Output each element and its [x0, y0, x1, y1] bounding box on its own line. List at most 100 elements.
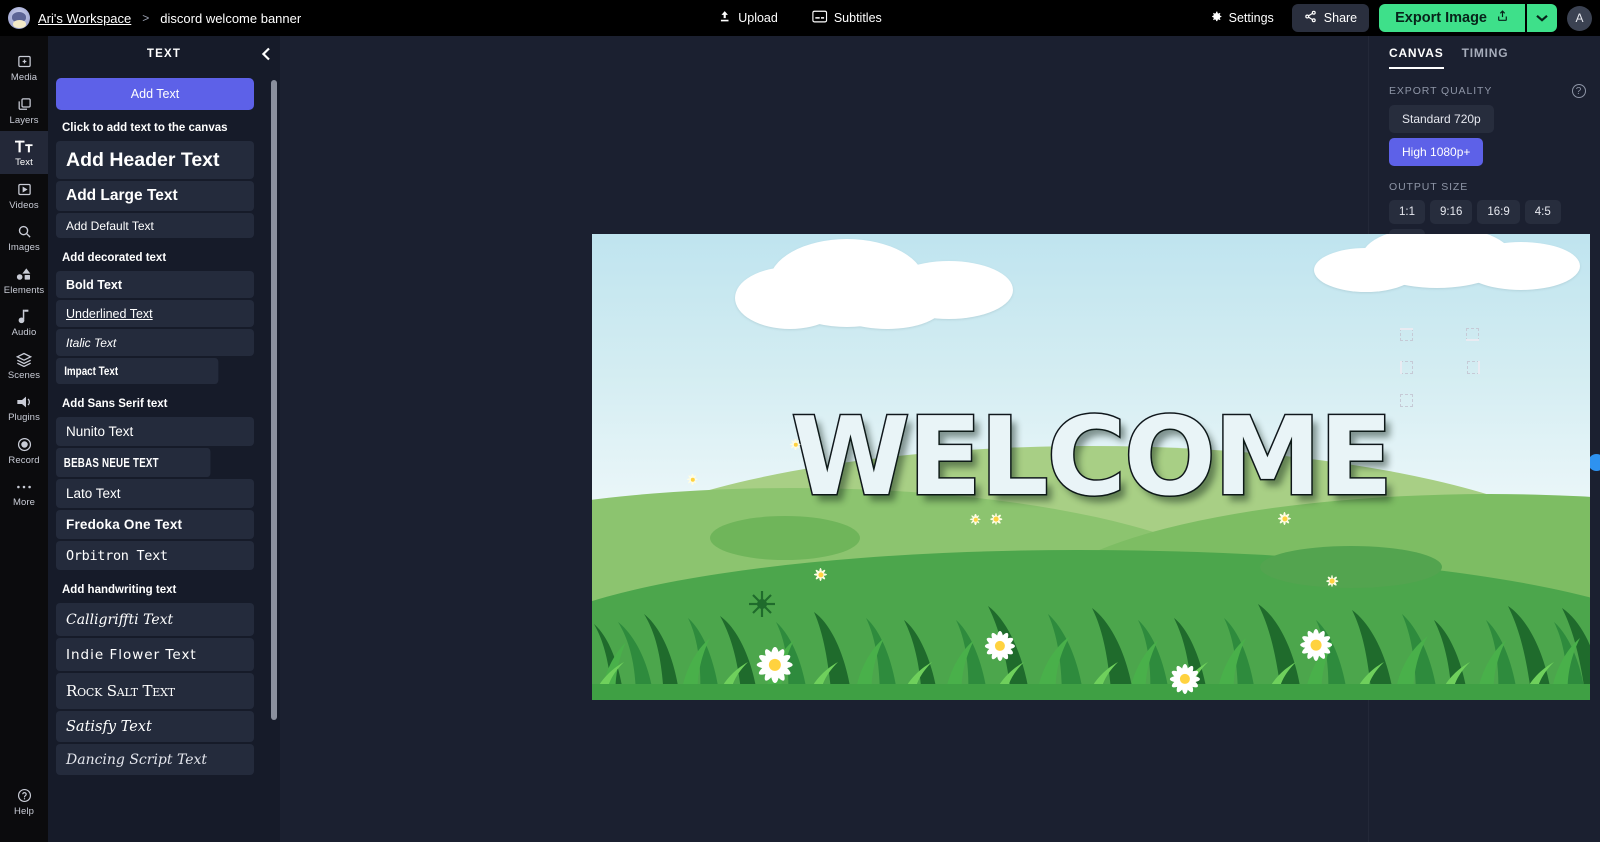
- sidebar-item-audio[interactable]: Audio: [0, 301, 48, 344]
- subtitles-label: Subtitles: [834, 11, 882, 25]
- export-image-button[interactable]: Export Image: [1379, 4, 1525, 32]
- top-center-actions: Upload Subtitles: [712, 6, 888, 30]
- canvas-stage[interactable]: WELCOME: [280, 36, 1368, 842]
- mini-flower: [790, 439, 801, 450]
- padding-left-icon: [1400, 361, 1413, 374]
- grass-patch-left: [710, 516, 860, 560]
- share-icon: [1304, 10, 1317, 26]
- sidebar-item-more[interactable]: More: [0, 471, 48, 514]
- preset-italic-text[interactable]: Italic Text: [56, 329, 254, 356]
- scenes-icon: [16, 351, 32, 368]
- panel-title-row: TEXT: [48, 40, 280, 68]
- sidebar-label: Images: [8, 243, 40, 253]
- daisy-flower: [757, 647, 793, 683]
- collapse-panel-button[interactable]: [261, 47, 271, 61]
- preset-add-large-text[interactable]: Add Large Text: [56, 181, 254, 211]
- share-label: Share: [1324, 11, 1357, 25]
- upload-button[interactable]: Upload: [712, 6, 784, 30]
- ratio-9-16[interactable]: 9:16: [1430, 200, 1472, 224]
- sidebar-item-videos[interactable]: Videos: [0, 174, 48, 217]
- cloud-right: [1314, 234, 1576, 290]
- sidebar-item-plugins[interactable]: Plugins: [0, 386, 48, 429]
- sidebar-item-elements[interactable]: Elements: [0, 259, 48, 302]
- export-quality-text: EXPORT QUALITY: [1389, 85, 1492, 97]
- grass-blades: [592, 580, 1590, 700]
- preset-add-header-text[interactable]: Add Header Text: [56, 141, 254, 179]
- sidebar-item-help[interactable]: Help: [0, 780, 48, 823]
- preset-lato-text[interactable]: Lato Text: [56, 479, 254, 508]
- preset-nunito-text[interactable]: Nunito Text: [56, 417, 254, 446]
- canvas-headline[interactable]: WELCOME: [592, 404, 1590, 512]
- settings-button[interactable]: Settings: [1202, 5, 1282, 31]
- mini-flower: [990, 513, 1002, 525]
- preset-underlined-text[interactable]: Underlined Text: [56, 300, 254, 327]
- ratio-16-9[interactable]: 16:9: [1477, 200, 1519, 224]
- preset-bold-text[interactable]: Bold Text: [56, 271, 254, 298]
- mini-flower: [1278, 512, 1291, 525]
- ratio-1-1[interactable]: 1:1: [1389, 200, 1425, 224]
- sidebar-label: Layers: [9, 116, 38, 126]
- output-size-label: OUTPUT SIZE: [1389, 181, 1588, 193]
- help-tooltip-icon[interactable]: ?: [1572, 84, 1586, 98]
- project-name[interactable]: discord welcome banner: [160, 11, 301, 26]
- preset-indie-flower-text[interactable]: Indie Flower Text: [56, 638, 254, 671]
- preset-add-default-text[interactable]: Add Default Text: [56, 213, 254, 238]
- ratio-4-5[interactable]: 4:5: [1525, 200, 1561, 224]
- tab-canvas[interactable]: CANVAS: [1389, 46, 1444, 69]
- padding-top-icon: [1400, 328, 1413, 341]
- sidebar-label: Help: [14, 807, 34, 817]
- design-canvas[interactable]: WELCOME: [592, 234, 1590, 700]
- sidebar-item-media[interactable]: Media: [0, 46, 48, 89]
- videos-icon: [17, 181, 32, 198]
- upload-icon: [718, 10, 731, 26]
- share-button[interactable]: Share: [1292, 4, 1369, 32]
- preset-calligriffti-text[interactable]: Calligriffti Text: [56, 603, 254, 636]
- user-avatar[interactable]: A: [1567, 6, 1592, 31]
- daisy-flower: [1300, 629, 1332, 661]
- gear-icon: [1210, 10, 1223, 26]
- sidebar-item-images[interactable]: Images: [0, 216, 48, 259]
- mini-flower: [687, 474, 698, 485]
- sidebar-label: Audio: [12, 328, 37, 338]
- decorated-section-label: Add decorated text: [62, 252, 272, 264]
- preset-fredoka-one-text[interactable]: Fredoka One Text: [56, 510, 254, 539]
- settings-label: Settings: [1229, 11, 1274, 25]
- sidebar-label: Videos: [9, 201, 38, 211]
- images-icon: [17, 223, 32, 240]
- canvas-frame[interactable]: WELCOME: [592, 234, 1590, 700]
- preset-orbitron-text[interactable]: Orbitron Text: [56, 541, 254, 570]
- workspace-link[interactable]: Ari's Workspace: [38, 11, 131, 26]
- mini-flower: [970, 514, 981, 525]
- quality-standard-720p[interactable]: Standard 720p: [1389, 105, 1494, 133]
- grass-band: [592, 580, 1590, 700]
- panel-scrollbar[interactable]: [271, 80, 277, 720]
- export-quality-options: Standard 720p High 1080p+: [1381, 105, 1588, 166]
- audio-icon: [18, 308, 31, 325]
- preset-dancing-script-text[interactable]: Dancing Script Text: [56, 744, 254, 775]
- sidebar-label: Media: [11, 73, 37, 83]
- quality-high-1080p[interactable]: High 1080p+: [1389, 138, 1483, 166]
- tab-timing[interactable]: TIMING: [1462, 46, 1509, 69]
- padding-right-icon: [1467, 361, 1480, 374]
- export-group: Export Image: [1379, 4, 1557, 32]
- add-text-hint: Click to add text to the canvas: [62, 122, 272, 134]
- sidebar-item-record[interactable]: Record: [0, 429, 48, 472]
- dandelion-icon: [748, 590, 776, 618]
- sidebar-item-scenes[interactable]: Scenes: [0, 344, 48, 387]
- text-icon: [15, 138, 34, 155]
- text-panel-scroll: Add Text Click to add text to the canvas…: [48, 68, 280, 842]
- sidebar-item-text[interactable]: Text: [0, 131, 48, 174]
- preset-rock-salt-text[interactable]: Rock Salt Text: [56, 673, 254, 709]
- more-icon: [16, 478, 32, 495]
- preset-impact-text[interactable]: Impact Text: [56, 358, 218, 384]
- preset-bebas-neue-text[interactable]: BEBAS NEUE TEXT: [56, 448, 210, 477]
- sidebar-item-layers[interactable]: Layers: [0, 89, 48, 132]
- add-text-button[interactable]: Add Text: [56, 78, 254, 110]
- export-quality-label: EXPORT QUALITY ?: [1389, 84, 1588, 98]
- export-dropdown-button[interactable]: [1527, 4, 1557, 32]
- body: Media Layers Text: [0, 36, 1600, 842]
- subtitles-button[interactable]: Subtitles: [806, 6, 888, 30]
- workspace-avatar[interactable]: [8, 7, 30, 29]
- daisy-flower: [1170, 664, 1200, 694]
- preset-satisfy-text[interactable]: Satisfy Text: [56, 711, 254, 742]
